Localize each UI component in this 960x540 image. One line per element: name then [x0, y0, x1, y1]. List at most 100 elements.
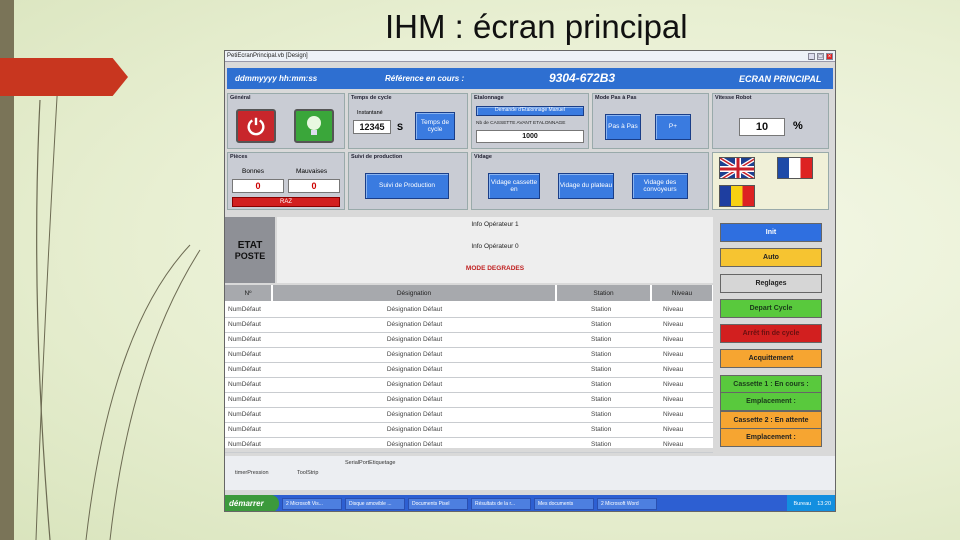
panel-title: Suivi de production [351, 154, 403, 160]
fault-table: Nº Désignation Station Niveau NumDéfaut D… [225, 285, 713, 453]
taskbar-item[interactable]: Disque amovible ... [345, 497, 405, 510]
table-row[interactable]: NumDéfaut Désignation Défaut Station Niveau [225, 363, 713, 378]
command-button[interactable]: Arrêt fin de cycle [720, 324, 822, 343]
table-row[interactable]: NumDéfaut Désignation Défaut Station Niveau [225, 378, 713, 393]
red-arrow-shape [0, 58, 128, 96]
table-cell: Niveau [663, 351, 684, 358]
reference-label: Référence en cours : [385, 74, 465, 83]
column-header[interactable]: Désignation [273, 285, 556, 301]
table-cell: Désignation Défaut [386, 396, 443, 403]
light-button[interactable] [294, 109, 334, 143]
taskbar-item[interactable]: Résultats de la r... [471, 497, 531, 510]
header-bar: ddmmyyyy hh:mm:ss Référence en cours : 9… [227, 68, 833, 89]
table-cell: Désignation Défaut [386, 426, 443, 433]
taskbar-item[interactable]: 2 Microsoft Word [597, 497, 657, 510]
empty-conveyors-button[interactable]: Vidage des convoyeurs [632, 173, 688, 199]
table-cell: Désignation Défaut [386, 441, 443, 448]
table-cell: Désignation Défaut [386, 366, 443, 373]
table-row[interactable]: NumDéfaut Désignation Défaut Station Niveau [225, 408, 713, 423]
panel-title: Etalonnage [474, 95, 504, 101]
clock: 13:20 [817, 500, 831, 507]
robot-speed-value[interactable]: 10 [739, 118, 785, 136]
table-cell: Désignation Défaut [386, 351, 443, 358]
table-cell: NumDéfaut [228, 411, 261, 418]
panel-production: Suivi de production Suivi de Production [348, 152, 468, 210]
datetime: ddmmyyyy hh:mm:ss [235, 74, 318, 83]
table-cell: Station [591, 441, 612, 448]
command-button[interactable]: Init [720, 223, 822, 242]
table-row[interactable]: NumDéfaut Désignation Défaut Station Niveau [225, 348, 713, 363]
step-mode-button[interactable]: Pas à Pas [605, 114, 641, 140]
degraded-mode: MODE DEGRADES [465, 265, 525, 272]
command-button[interactable]: Depart Cycle [720, 299, 822, 318]
table-cell: Niveau [663, 381, 684, 388]
command-button[interactable]: Emplacement : [720, 428, 822, 447]
table-cell: NumDéfaut [228, 426, 261, 433]
table-cell: Niveau [663, 411, 684, 418]
column-header[interactable]: Station [557, 285, 651, 301]
taskbar-item[interactable]: 2 Microsoft Vis... [282, 497, 342, 510]
bad-parts-count: 0 [288, 179, 340, 193]
cycle-sub-label: Instantané [357, 110, 383, 116]
poste-label: POSTE [234, 250, 266, 261]
step-plus-button[interactable]: P+ [655, 114, 691, 140]
fr-flag-icon[interactable] [777, 157, 813, 179]
operator-info-1: Info Opérateur 1 [471, 221, 519, 228]
table-row[interactable]: NumDéfaut Désignation Défaut Station Niveau [225, 303, 713, 318]
table-row[interactable]: NumDéfaut Désignation Défaut Station Niveau [225, 318, 713, 333]
close-icon[interactable]: × [826, 52, 833, 60]
system-tray: Bureau 13:20 [787, 495, 835, 511]
power-button[interactable] [236, 109, 276, 143]
power-icon [247, 117, 265, 136]
command-button[interactable]: Reglages [720, 274, 822, 293]
calibration-count: 1000 [476, 130, 584, 143]
table-cell: Désignation Défaut [386, 381, 443, 388]
table-cell: Niveau [663, 396, 684, 403]
table-cell: Station [591, 321, 612, 328]
ro-flag-icon[interactable] [719, 185, 755, 207]
table-row[interactable]: NumDéfaut Désignation Défaut Station Niveau [225, 423, 713, 438]
table-cell: NumDéfaut [228, 306, 261, 313]
good-parts-label: Bonnes [242, 168, 265, 175]
production-tracking-button[interactable]: Suivi de Production [365, 173, 449, 199]
taskbar: démarrer 2 Microsoft Vis... Disque amovib… [225, 495, 835, 511]
column-header[interactable]: Nº [225, 285, 272, 301]
table-cell: Niveau [663, 306, 684, 313]
cycle-time-button[interactable]: Temps de cycle [415, 112, 455, 140]
serialport-component[interactable]: SerialPortEtiquetage [345, 460, 395, 466]
table-cell: Désignation Défaut [386, 336, 443, 343]
maximize-icon[interactable]: □ [817, 52, 824, 60]
timer-component[interactable]: timerPression [235, 470, 269, 476]
taskbar-item[interactable]: Mes documents [534, 497, 594, 510]
window-titlebar: PetiEcranPrincipal.vb [Design] _ □ × [225, 51, 835, 62]
table-row[interactable]: NumDéfaut Désignation Défaut Station Niveau [225, 438, 713, 453]
command-button[interactable]: Emplacement : [720, 392, 822, 411]
empty-cassette-button[interactable]: Vidage cassette en [488, 173, 540, 199]
table-row[interactable]: NumDéfaut Désignation Défaut Station Niveau [225, 393, 713, 408]
empty-plate-button[interactable]: Vidage du plateau [558, 173, 614, 199]
table-cell: Station [591, 366, 612, 373]
table-cell: NumDéfaut [228, 366, 261, 373]
start-button[interactable]: démarrer [225, 495, 279, 511]
speed-unit: % [793, 120, 803, 132]
toolstrip-component[interactable]: ToolStrip [297, 470, 318, 476]
minimize-icon[interactable]: _ [808, 52, 815, 60]
reset-counter-button[interactable]: RAZ [232, 197, 340, 207]
table-cell: NumDéfaut [228, 396, 261, 403]
table-cell: Station [591, 336, 612, 343]
panel-title: Pièces [230, 154, 248, 160]
taskbar-item[interactable]: Documents Pisel [408, 497, 468, 510]
command-button[interactable]: Auto [720, 248, 822, 267]
command-button[interactable]: Acquittement [720, 349, 822, 368]
column-header[interactable]: Niveau [652, 285, 713, 301]
table-cell: Désignation Défaut [386, 411, 443, 418]
reference-value: 9304-672B3 [549, 71, 616, 85]
light-bulb-icon [307, 116, 321, 135]
operator-info: Info Opérateur 1 Info Opérateur 0 MODE D… [277, 217, 713, 283]
table-cell: NumDéfaut [228, 321, 261, 328]
calibration-request-button[interactable]: Demande d'Etalonnage Manuel [476, 106, 584, 116]
table-row[interactable]: NumDéfaut Désignation Défaut Station Niveau [225, 333, 713, 348]
app-window: PetiEcranPrincipal.vb [Design] _ □ × ddm… [224, 50, 836, 512]
uk-flag-icon[interactable] [719, 157, 755, 179]
table-cell: NumDéfaut [228, 381, 261, 388]
